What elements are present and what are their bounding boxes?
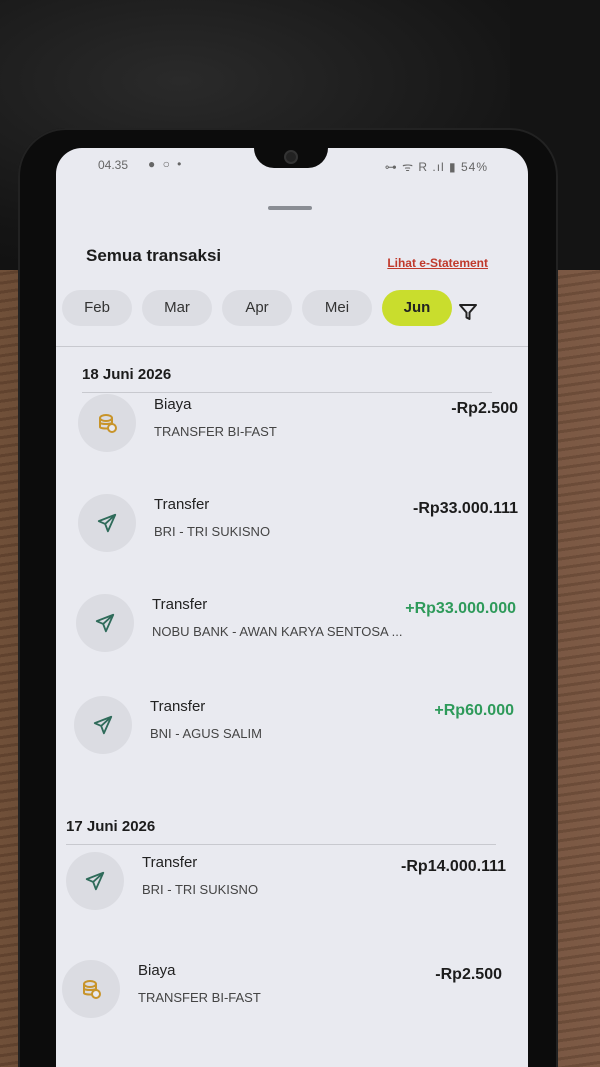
transaction-row[interactable]: Transfer BNI - AGUS SALIM +Rp60.000 xyxy=(74,696,514,776)
transaction-amount: +Rp60.000 xyxy=(434,702,514,719)
transaction-subtitle: BNI - AGUS SALIM xyxy=(150,726,262,741)
status-system-icons: ⊶ ᯤ R .ıl ▮ 54% xyxy=(384,160,488,174)
transaction-row[interactable]: Biaya TRANSFER BI-FAST -Rp2.500 xyxy=(78,394,518,474)
status-notification-icons: ● ○ • xyxy=(148,157,184,171)
status-bar: 04.35 ● ○ • ⊶ ᯤ R .ıl ▮ 54% xyxy=(56,148,528,182)
coins-icon xyxy=(62,960,120,1018)
transaction-subtitle: BRI - TRI SUKISNO xyxy=(154,524,271,539)
transaction-row[interactable]: Biaya TRANSFER BI-FAST -Rp2.500 xyxy=(62,960,502,1040)
status-time: 04.35 xyxy=(98,158,129,172)
sheet-drag-handle[interactable] xyxy=(268,206,312,210)
transaction-title: Transfer xyxy=(154,496,210,513)
transaction-amount: -Rp2.500 xyxy=(435,966,502,983)
month-chip-mar[interactable]: Mar xyxy=(142,290,212,326)
page-title: Semua transaksi xyxy=(86,246,222,265)
month-chip-apr[interactable]: Apr xyxy=(222,290,292,326)
month-chip-jun[interactable]: Jun xyxy=(382,290,452,326)
filter-icon[interactable] xyxy=(458,302,478,322)
transaction-subtitle: TRANSFER BI-FAST xyxy=(154,424,277,439)
send-icon xyxy=(76,594,134,652)
send-icon xyxy=(66,852,124,910)
transaction-title: Biaya xyxy=(154,396,192,413)
section-divider xyxy=(56,346,528,347)
transaction-title: Biaya xyxy=(138,962,176,979)
transaction-title: Transfer xyxy=(152,596,208,613)
transaction-row[interactable]: Transfer BRI - TRI SUKISNO -Rp14.000.111 xyxy=(66,852,506,932)
transaction-subtitle: NOBU BANK - AWAN KARYA SENTOSA ... xyxy=(152,624,403,639)
app-screen: 04.35 ● ○ • ⊶ ᯤ R .ıl ▮ 54% Semua transa… xyxy=(56,148,528,1067)
transaction-title: Transfer xyxy=(142,854,198,871)
transaction-amount: -Rp33.000.111 xyxy=(413,500,518,517)
send-icon xyxy=(74,696,132,754)
date-divider xyxy=(82,392,492,393)
transaction-row[interactable]: Transfer BRI - TRI SUKISNO -Rp33.000.111 xyxy=(78,494,518,574)
transaction-amount: +Rp33.000.000 xyxy=(405,600,516,617)
date-divider xyxy=(66,844,496,845)
month-chip-feb[interactable]: Feb xyxy=(62,290,132,326)
send-icon xyxy=(78,494,136,552)
month-chip-mei[interactable]: Mei xyxy=(302,290,372,326)
transaction-subtitle: TRANSFER BI-FAST xyxy=(138,990,261,1005)
date-header: 17 Juni 2026 xyxy=(66,818,156,835)
estatement-link[interactable]: Lihat e-Statement xyxy=(387,256,488,270)
transaction-amount: -Rp14.000.111 xyxy=(401,858,506,875)
transaction-row[interactable]: Transfer NOBU BANK - AWAN KARYA SENTOSA … xyxy=(76,594,516,674)
transaction-subtitle: BRI - TRI SUKISNO xyxy=(142,882,259,897)
transaction-amount: -Rp2.500 xyxy=(451,400,518,417)
transaction-title: Transfer xyxy=(150,698,206,715)
coins-icon xyxy=(78,394,136,452)
date-header: 18 Juni 2026 xyxy=(82,366,172,383)
